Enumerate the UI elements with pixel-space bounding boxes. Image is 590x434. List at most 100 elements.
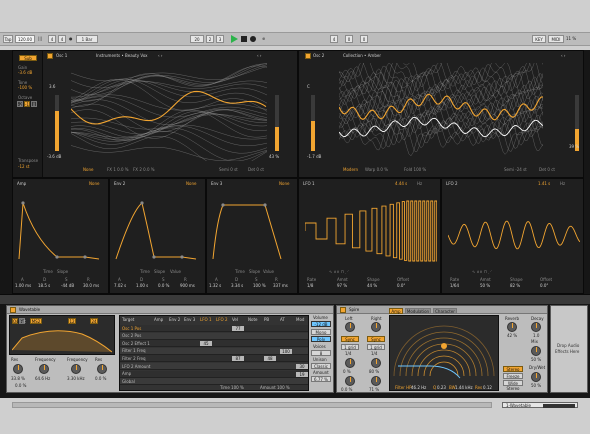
- knob-a[interactable]: [345, 358, 355, 368]
- mix-knob[interactable]: [531, 346, 541, 356]
- knob-c[interactable]: [345, 376, 355, 386]
- amp-tab[interactable]: Amp: [389, 308, 403, 314]
- transpose-value[interactable]: -12 st: [18, 165, 29, 169]
- decay-knob[interactable]: [531, 322, 541, 332]
- play-icon[interactable]: [230, 35, 238, 43]
- res-knob[interactable]: [13, 364, 23, 374]
- tap-button[interactable]: Tap: [3, 35, 13, 43]
- lfo2-rate-display[interactable]: 1.41 s: [538, 182, 550, 186]
- slope12-btn[interactable]: 12: [68, 318, 76, 324]
- matrix-col-header[interactable]: AT: [280, 318, 285, 322]
- drywet-knob[interactable]: [531, 372, 541, 382]
- modulation-tab[interactable]: Modulation: [405, 308, 431, 314]
- matrix-row[interactable]: Osc 2 Pos: [120, 332, 308, 340]
- volume-field[interactable]: -12 dB: [311, 321, 331, 327]
- poly-button[interactable]: Poly: [311, 336, 331, 342]
- lfo1-waveform[interactable]: [305, 195, 437, 267]
- osc1-wavetable-select[interactable]: Instruments • Beauty Vox: [96, 54, 148, 58]
- lfo2-hz-toggle[interactable]: Hz: [560, 182, 565, 186]
- time-sig-den[interactable]: 4: [58, 35, 66, 43]
- osc1-fx-mode[interactable]: None: [83, 168, 93, 172]
- matrix-row[interactable]: Osc 2 Effect 1: [120, 340, 308, 348]
- quantize-select[interactable]: 1 Bar: [76, 35, 98, 43]
- matrix-cell[interactable]: 30: [296, 364, 308, 369]
- left-knob[interactable]: [345, 322, 355, 332]
- record-icon[interactable]: [250, 36, 256, 42]
- env3-attack[interactable]: 1.32 s: [209, 284, 221, 288]
- res-value-2[interactable]: 0.12: [483, 386, 492, 390]
- env2-decay[interactable]: 1.00 s: [136, 284, 148, 288]
- amount-field[interactable]: 6.77 %: [311, 376, 331, 382]
- sync-right-button[interactable]: Sync: [367, 336, 385, 342]
- osc2-toggle[interactable]: [305, 53, 311, 59]
- overdub-icon[interactable]: ⊕: [262, 37, 265, 41]
- device-on-toggle[interactable]: [10, 307, 16, 313]
- osc2-semi[interactable]: Semi -24 st: [504, 168, 527, 172]
- matrix-col-header[interactable]: Mod: [296, 318, 304, 322]
- osc1-wavetable-display[interactable]: [71, 63, 267, 161]
- sub-tone-value[interactable]: -100 %: [18, 86, 32, 90]
- lfo2-offset-value[interactable]: 0.0°: [540, 284, 548, 288]
- loop-start-sixteenth[interactable]: 0: [360, 35, 368, 43]
- osc2-wavetable-select[interactable]: Collection • Amber: [343, 54, 381, 58]
- matrix-col-header[interactable]: Env 3: [184, 318, 195, 322]
- slope24-btn[interactable]: 24: [90, 318, 98, 324]
- env2-attack[interactable]: 7.02 s: [114, 284, 126, 288]
- right-knob[interactable]: [371, 322, 381, 332]
- stop-icon[interactable]: [241, 36, 247, 42]
- lfo2-shape-icons[interactable]: ∿ ∧∨ ⊓ ⋰: [472, 270, 492, 274]
- key-map-button[interactable]: KEY: [532, 35, 546, 43]
- lfo1-shape-icons[interactable]: ∿ ∧∨ ⊓ ⋰: [329, 270, 349, 274]
- track-select[interactable]: 1-Wavetable: [502, 402, 578, 408]
- arrangement-pos-bar[interactable]: 20: [190, 35, 204, 43]
- env2-slope[interactable]: Slope: [154, 270, 165, 274]
- loop-start-bar[interactable]: 4: [330, 35, 338, 43]
- rate-left-select[interactable]: 1 grid: [341, 344, 359, 350]
- matrix-amount[interactable]: Amount 100 %: [260, 386, 290, 390]
- env3-graph[interactable]: [211, 199, 295, 265]
- amp-env-slope[interactable]: Slope: [57, 270, 68, 274]
- env3-mode[interactable]: None: [279, 182, 289, 186]
- osc2-level-slider[interactable]: [311, 95, 315, 151]
- env2-time[interactable]: Time: [140, 270, 150, 274]
- osc1-level-slider[interactable]: [55, 95, 59, 151]
- matrix-row[interactable]: LFO 2 Amount: [120, 363, 308, 370]
- matrix-col-header[interactable]: Amp: [154, 318, 163, 322]
- amp-decay[interactable]: 18.5 s: [38, 284, 50, 288]
- matrix-cell[interactable]: 45: [200, 341, 212, 347]
- amp-release[interactable]: 30.0 ms: [83, 284, 99, 288]
- matrix-col-header[interactable]: Env 2: [169, 318, 180, 322]
- filter-freq[interactable]: 46.2 Hz: [411, 386, 426, 390]
- amp-sustain[interactable]: -44 dB: [61, 284, 74, 288]
- osc1-fx1[interactable]: FX 1 0.0 %: [107, 168, 129, 172]
- time-sig-num[interactable]: 4: [48, 35, 56, 43]
- matrix-row[interactable]: Osc 1 Pos: [120, 325, 308, 332]
- knob-d[interactable]: [371, 376, 381, 386]
- matrix-col-header[interactable]: PB: [264, 318, 269, 322]
- matrix-cell[interactable]: 48: [264, 356, 276, 362]
- sync-left-button[interactable]: Sync: [341, 336, 359, 342]
- osc1-prev-arrow[interactable]: ‹ ›: [158, 54, 162, 58]
- drop-zone[interactable]: Drop Audio Effects Here: [550, 305, 588, 393]
- metronome-dot-icon[interactable]: ●: [69, 37, 73, 41]
- amp-env-graph[interactable]: [17, 199, 105, 265]
- filter-type-btn[interactable]: MS2: [30, 318, 42, 324]
- spire-on-toggle[interactable]: [340, 307, 346, 313]
- q-value[interactable]: 0.23: [437, 386, 446, 390]
- arrangement-pos-sixteenth[interactable]: 3: [216, 35, 224, 43]
- view-splitter[interactable]: [0, 294, 590, 304]
- stereo-mode-select[interactable]: Wide Stereo: [503, 380, 523, 391]
- lfo1-shape-value[interactable]: 44 %: [367, 284, 377, 288]
- sub-button[interactable]: Sub: [19, 55, 37, 61]
- matrix-col-header[interactable]: Vel: [232, 318, 238, 322]
- env2-mode[interactable]: None: [186, 182, 196, 186]
- filt-tab[interactable]: Filt: [19, 318, 26, 324]
- filter-display[interactable]: Osc Filt MS2 12 24: [9, 315, 115, 355]
- env2-release[interactable]: 900 ms: [180, 284, 195, 288]
- amp-attack[interactable]: 1.00 ms: [15, 284, 31, 288]
- lfo2-amount-value[interactable]: 50 %: [480, 284, 490, 288]
- matrix-row[interactable]: Filter 2 Freq: [120, 355, 308, 363]
- osc1-position-slider[interactable]: [275, 95, 279, 151]
- env3-release[interactable]: 337 ms: [273, 284, 288, 288]
- osc1-fx2[interactable]: FX 2 0.0 %: [133, 168, 155, 172]
